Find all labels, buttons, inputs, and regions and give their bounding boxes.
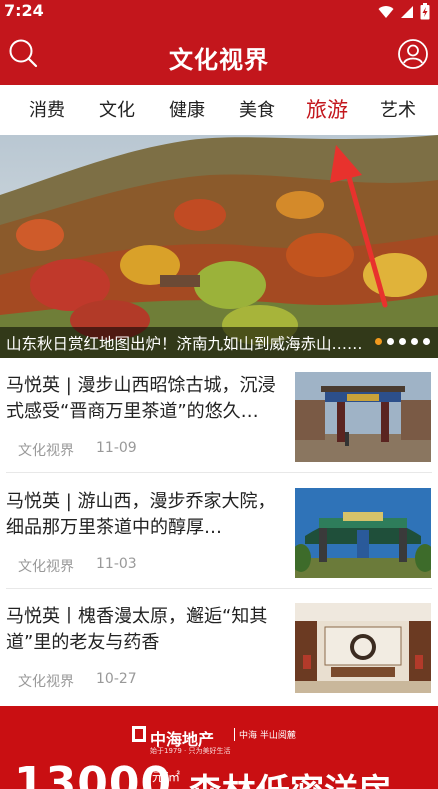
article-thumbnail[interactable]: [295, 372, 431, 462]
building-logo-icon: [132, 726, 146, 742]
list-item[interactable]: 马悦英 | 游山西，漫步乔家大院，细品那万里茶道中的醇厚… 文化视界 11-03: [0, 486, 438, 602]
list-item[interactable]: 马悦英 | 漫步山西昭馀古城，沉浸式感受“晋商万里茶道”的悠久… 文化视界 11…: [0, 370, 438, 486]
ad-price: 13000: [14, 758, 173, 789]
carousel-dot[interactable]: [423, 338, 430, 345]
list-divider: [6, 588, 432, 589]
banner-image: [0, 135, 438, 358]
banner-carousel[interactable]: 山东秋日赏红地图出炉！济南九如山到威海赤山……: [0, 135, 438, 358]
carousel-indicator: [375, 338, 430, 345]
ad-project-name: 中海 半山阅麓: [234, 728, 296, 741]
ad-slogan: 森林低密洋房: [188, 764, 392, 789]
ad-price-unit: 元/㎡: [152, 770, 181, 784]
tab-travel[interactable]: 旅游: [306, 94, 348, 124]
article-source: 文化视界: [18, 674, 74, 690]
list-item[interactable]: 马悦英丨槐香漫太原，邂逅“知其道”里的老友与药香 文化视界 10-27: [0, 601, 438, 717]
list-divider: [6, 472, 432, 473]
status-bar: 7:24: [0, 0, 438, 24]
tab-art[interactable]: 艺术: [380, 96, 416, 122]
ad-banner[interactable]: 中海地产 始于1979 · 只为美好生活 中海 半山阅麓 13000 元/㎡ 森…: [0, 706, 438, 789]
tab-food[interactable]: 美食: [239, 96, 275, 122]
article-title[interactable]: 马悦英丨槐香漫太原，邂逅“知其道”里的老友与药香: [6, 604, 292, 656]
tab-culture[interactable]: 文化: [99, 96, 135, 122]
tab-consume[interactable]: 消费: [29, 96, 65, 122]
article-date: 11-03: [96, 556, 137, 572]
carousel-dot[interactable]: [411, 338, 418, 345]
carousel-dot[interactable]: [387, 338, 394, 345]
article-title[interactable]: 马悦英 | 游山西，漫步乔家大院，细品那万里茶道中的醇厚…: [6, 489, 292, 541]
article-date: 10-27: [96, 671, 137, 687]
article-source: 文化视界: [18, 443, 74, 459]
tab-health[interactable]: 健康: [169, 96, 205, 122]
app-logo-title: 文化视界: [169, 45, 269, 74]
article-thumbnail[interactable]: [295, 488, 431, 578]
banner-title[interactable]: 山东秋日赏红地图出炉！济南九如山到威海赤山……: [6, 332, 368, 354]
category-tabs: 消费 文化 健康 美食 旅游 艺术: [0, 85, 438, 135]
status-icons: [378, 3, 430, 20]
article-date: 11-09: [96, 440, 137, 456]
carousel-dot[interactable]: [399, 338, 406, 345]
banner-caption: 山东秋日赏红地图出炉！济南九如山到威海赤山……: [0, 327, 438, 358]
article-source: 文化视界: [18, 559, 74, 575]
battery-icon: [420, 3, 430, 20]
user-profile-icon[interactable]: [398, 39, 428, 69]
carousel-dot[interactable]: [375, 338, 382, 345]
status-time: 7:24: [4, 1, 44, 20]
ad-brand-tagline: 始于1979 · 只为美好生活: [150, 747, 231, 755]
signal-icon: [401, 5, 413, 18]
article-title[interactable]: 马悦英 | 漫步山西昭馀古城，沉浸式感受“晋商万里茶道”的悠久…: [6, 373, 292, 425]
app-header: 7:24 文化视界: [0, 0, 438, 85]
wifi-icon: [378, 5, 394, 18]
article-thumbnail[interactable]: [295, 603, 431, 693]
